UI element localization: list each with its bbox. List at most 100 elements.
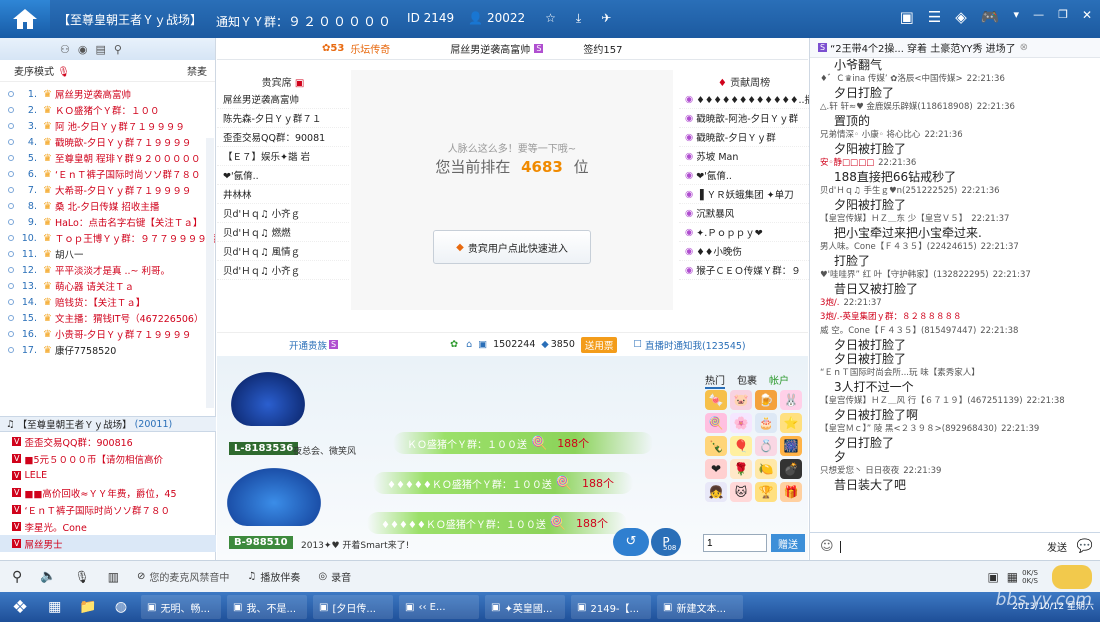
channel-user-item[interactable]: V ■5元５０００币【请勿相信高价 xyxy=(0,450,216,467)
activity-name[interactable]: 乐坛传奇 xyxy=(350,41,390,56)
guest-seat-item[interactable]: ❤'氤俼.. xyxy=(217,166,349,185)
people-icon[interactable]: ⚇ xyxy=(60,43,70,56)
chat-sender[interactable]: ♦゛Ｃ♛ina 传媒’ ✿洛辰<中国传媒> xyxy=(820,74,963,84)
gift-item[interactable]: 🐱 xyxy=(730,482,752,502)
guest-seat-item[interactable]: ⻉d'Ｈｑ♫ 小齐ｇ xyxy=(217,261,349,280)
mic-queue-item[interactable]: 9. ♛ HaLo：点击名字右键【关注Ｔａ】 xyxy=(0,214,215,230)
gift-item[interactable]: 🎁 xyxy=(780,482,802,502)
ban-mic-button[interactable]: 禁麦 xyxy=(187,63,207,78)
mic-queue-item[interactable]: 2. ♛ ＫＯ盛猪个Ｙ群：１００ xyxy=(0,102,215,118)
mic-queue-item[interactable]: 17. ♛ 康仔7758520 xyxy=(0,342,215,358)
mic-queue-item[interactable]: 1. ♛ 屌丝男逆袭高富帅 xyxy=(0,86,215,102)
gift-item[interactable]: 🎂 xyxy=(755,413,777,433)
chrome-icon[interactable]: ◍ xyxy=(115,599,127,615)
contribution-item[interactable]: ◉ 猴子ＣＥＯ传媒Ｙ群：９ xyxy=(679,261,809,280)
channel-user-item[interactable]: V LELE xyxy=(0,467,216,484)
contribution-item[interactable]: ◉ ▐ ＹＲ妖蛾集团 ✦单刀 xyxy=(679,185,809,204)
gift-item[interactable]: 👧 xyxy=(705,482,727,502)
mic-queue-item[interactable]: 8. ♛ 桑 北-夕日传媒 招收主播 xyxy=(0,198,215,214)
quicklaunch-app-icon[interactable]: ▦ xyxy=(48,599,61,615)
gift-item[interactable]: ⭐ xyxy=(780,413,802,433)
notice-close-icon[interactable]: ⊗ xyxy=(1020,42,1028,53)
mic-queue-item[interactable]: 3. ♛ 阿 池-夕日Ｙｙ群７１９９９９ xyxy=(0,118,215,134)
gift-item[interactable]: 🏆 xyxy=(755,482,777,502)
minimize-button[interactable]: — xyxy=(1033,8,1044,26)
mic-queue-item[interactable]: 11. ♛ 胡八一 xyxy=(0,246,215,262)
contribution-item[interactable]: ◉♦♦♦♦♦♦♦♦♦♦♦♦..播专 xyxy=(679,90,809,109)
guest-seat-item[interactable]: 屌丝男逆袭高富帅 xyxy=(217,90,349,109)
notify-checkbox[interactable]: ☐ xyxy=(633,339,642,350)
taskbar-window-button[interactable]: ▣ [夕日传... xyxy=(313,595,394,619)
gift-item[interactable]: 🍭 xyxy=(705,413,727,433)
taskbar-window-button[interactable]: ▣ ‹‹ E... xyxy=(399,595,480,619)
guest-seat-item[interactable]: 歪歪交易QQ群：90081 xyxy=(217,128,349,147)
give-gift-button[interactable]: 赠送 xyxy=(771,534,805,552)
contribution-item[interactable]: ◉ 戳暁歆-阿池-夕日Ｙｙ群 xyxy=(679,109,809,128)
contribution-item[interactable]: ◉ ♦♦小晚伤 xyxy=(679,242,809,261)
equalizer-icon[interactable]: ▥ xyxy=(108,570,119,584)
chat-sender[interactable]: 3炮/. xyxy=(820,298,839,308)
maximize-button[interactable]: ❐ xyxy=(1058,8,1068,26)
chat-sender[interactable]: 威 空。Cone【Ｆ４３５】(815497447) xyxy=(820,326,976,336)
contacts-icon[interactable]: ▣ xyxy=(900,8,914,26)
screen-icon[interactable]: ▣ xyxy=(987,570,998,584)
mic-queue-item[interactable]: 10. ♛ Ｔｏｐ王博Ｙｙ群：９７７９９９９战 xyxy=(0,230,215,246)
favorite-icon[interactable]: ☆ xyxy=(545,11,556,30)
mic-queue-item[interactable]: 15. ♛ 文主播：猬钱IT号（467226506） xyxy=(0,310,215,326)
chat-sender[interactable]: 【皇宫Ｍｃ】” 陵 黑<２３９８>(892968430) xyxy=(820,424,997,434)
gift-item[interactable]: 🎈 xyxy=(730,436,752,456)
chat-sender[interactable]: 【皇宫传媒】ＨＺ＿东 少【皇宫Ｖ５】 xyxy=(820,214,967,224)
send-button[interactable]: 发送 xyxy=(1047,539,1067,554)
contribution-item[interactable]: ◉ 戳暁歆-夕日Ｙｙ群 xyxy=(679,128,809,147)
channel-user-item[interactable]: V 歪歪交易QQ群：900816 xyxy=(0,433,216,450)
gift-item[interactable]: 🍬 xyxy=(705,390,727,410)
gift-item[interactable]: ❤ xyxy=(705,459,727,479)
gift-item[interactable]: 🍾 xyxy=(705,436,727,456)
chat-sender[interactable]: 3炮/.-英皇集团ｙ群：８２８８８８８ xyxy=(820,312,962,322)
mic-queue-item[interactable]: 7. ♛ 大希哥-夕日Ｙｙ群７１９９９９ xyxy=(0,182,215,198)
menu-icon[interactable]: ▾ xyxy=(1014,8,1020,26)
speaker-icon[interactable]: 🔈 xyxy=(40,569,56,584)
app-store-icon[interactable]: ◈ xyxy=(955,8,967,26)
taskbar-window-button[interactable]: ▣ 2149-【... xyxy=(571,595,652,619)
chat-sender[interactable]: 【皇宫传媒】ＨＺ＿风 行【６７１９】(467251139) xyxy=(820,396,1023,406)
location-icon[interactable]: ◉ xyxy=(78,43,88,56)
guest-seat-item[interactable]: 井林林 xyxy=(217,185,349,204)
microphone-icon[interactable]: 🎙 xyxy=(74,570,89,584)
mic-queue-item[interactable]: 12. ♛ 平平淡淡才是真 ..~ 利哥。 xyxy=(0,262,215,278)
mic-queue-item[interactable]: 13. ♛ 萌心器 请关注Ｔａ xyxy=(0,278,215,294)
send-ticket-button[interactable]: 送用票 xyxy=(580,336,618,353)
house-icon[interactable]: ⌂ xyxy=(466,339,472,350)
contribution-item[interactable]: ◉ 苏坡 Man xyxy=(679,147,809,166)
mic-mode-label[interactable]: 麦序模式 xyxy=(14,67,54,78)
mic-queue-item[interactable]: 14. ♛ 赔钱货：【关注Ｔａ】 xyxy=(0,294,215,310)
open-noble-link[interactable]: 开通贵族 xyxy=(289,338,327,352)
anchor-name[interactable]: 屌丝男逆袭高富帅 xyxy=(450,41,530,56)
close-button[interactable]: ✕ xyxy=(1082,8,1092,26)
gift-item[interactable]: 🐰 xyxy=(780,390,802,410)
gift-tab[interactable]: 帐户 xyxy=(769,372,789,389)
notify-label[interactable]: 直播时通知我(123545) xyxy=(645,338,746,352)
chat-sender[interactable]: △.轩 轩≈♥ 金鹿娱乐辟媒(118618908) xyxy=(820,102,973,112)
record-button[interactable]: ◎ 录音 xyxy=(318,569,351,584)
chat-input[interactable] xyxy=(839,540,841,553)
share-button[interactable]: ↺ xyxy=(613,528,649,556)
flower-icon[interactable]: ✿ xyxy=(450,339,458,350)
gift-quantity-input[interactable] xyxy=(703,534,767,552)
mic-queue-scrollbar[interactable] xyxy=(206,138,214,408)
search-icon[interactable]: ⚲ xyxy=(114,43,122,56)
channel-tree-header[interactable]: ♫ 【至尊皇朝王者Ｙｙ战场】 (20011) xyxy=(0,416,216,432)
gift-tab[interactable]: 包裹 xyxy=(737,372,757,389)
emoji-icon[interactable]: ☺ xyxy=(820,539,834,554)
channel-user-item[interactable]: V 李星光。Cone xyxy=(0,518,216,535)
gift-item[interactable]: 💍 xyxy=(755,436,777,456)
mic-queue-item[interactable]: 5. ♛ 至尊皇朝 程琲Ｙ群９２０００００ xyxy=(0,150,215,166)
contribution-item[interactable]: ◉ ❤'氤俼.. xyxy=(679,166,809,185)
channel-user-item[interactable]: V 屌丝男士 xyxy=(0,535,216,552)
guest-seat-item[interactable]: 【Ｅ７】娱乐✦諧 岩 xyxy=(217,147,349,166)
chat-sender[interactable]: 安◦静□□□□ xyxy=(820,158,874,168)
taskbar-window-button[interactable]: ▣ 我、不是... xyxy=(227,595,308,619)
mic-queue-item[interactable]: 6. ♛ ‘ＥｎＴ裤子国际时尚ソソ群７８０ xyxy=(0,166,215,182)
gift-item[interactable]: 🎆 xyxy=(780,436,802,456)
home-button[interactable] xyxy=(0,0,50,38)
